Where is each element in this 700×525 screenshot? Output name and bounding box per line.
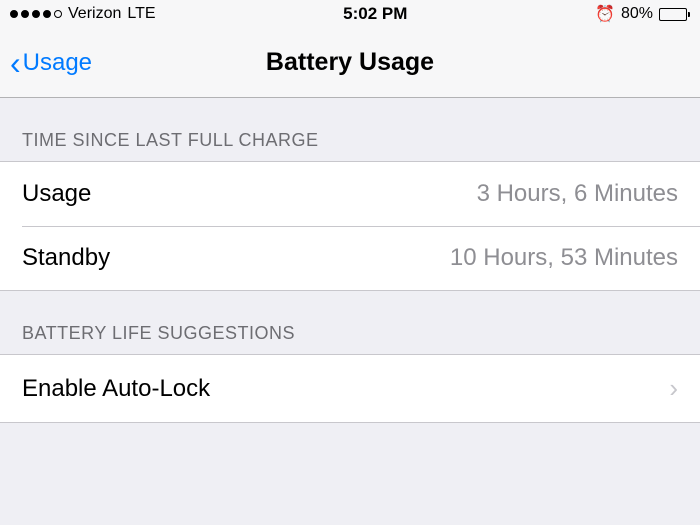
standby-label: Standby	[22, 244, 110, 272]
section-header-suggestions: BATTERY LIFE SUGGESTIONS	[0, 291, 700, 354]
charge-group: Usage 3 Hours, 6 Minutes Standby 10 Hour…	[0, 161, 700, 291]
usage-row: Usage 3 Hours, 6 Minutes	[0, 162, 700, 226]
autolock-label: Enable Auto-Lock	[22, 375, 210, 403]
chevron-left-icon: ‹	[10, 47, 21, 79]
status-bar: Verizon LTE 5:02 PM ⏰ 80%	[0, 0, 700, 28]
carrier-label: Verizon	[68, 5, 121, 23]
connection-label: LTE	[127, 5, 155, 23]
back-button[interactable]: ‹ Usage	[0, 47, 92, 79]
nav-bar: ‹ Usage Battery Usage	[0, 28, 700, 98]
suggestions-group: Enable Auto-Lock ›	[0, 354, 700, 423]
battery-percent-label: 80%	[621, 5, 653, 23]
page-title: Battery Usage	[266, 48, 434, 77]
section-header-charge: TIME SINCE LAST FULL CHARGE	[0, 98, 700, 161]
status-right: ⏰ 80%	[595, 4, 690, 24]
chevron-right-icon: ›	[669, 373, 678, 404]
usage-value: 3 Hours, 6 Minutes	[477, 180, 678, 208]
status-left: Verizon LTE	[10, 5, 156, 23]
autolock-row[interactable]: Enable Auto-Lock ›	[0, 355, 700, 422]
signal-strength-icon	[10, 10, 62, 18]
standby-value: 10 Hours, 53 Minutes	[450, 244, 678, 272]
back-label: Usage	[23, 49, 92, 77]
clock-label: 5:02 PM	[343, 4, 407, 24]
standby-row: Standby 10 Hours, 53 Minutes	[0, 226, 700, 290]
alarm-icon: ⏰	[595, 4, 615, 24]
usage-label: Usage	[22, 180, 91, 208]
battery-icon	[659, 8, 690, 21]
